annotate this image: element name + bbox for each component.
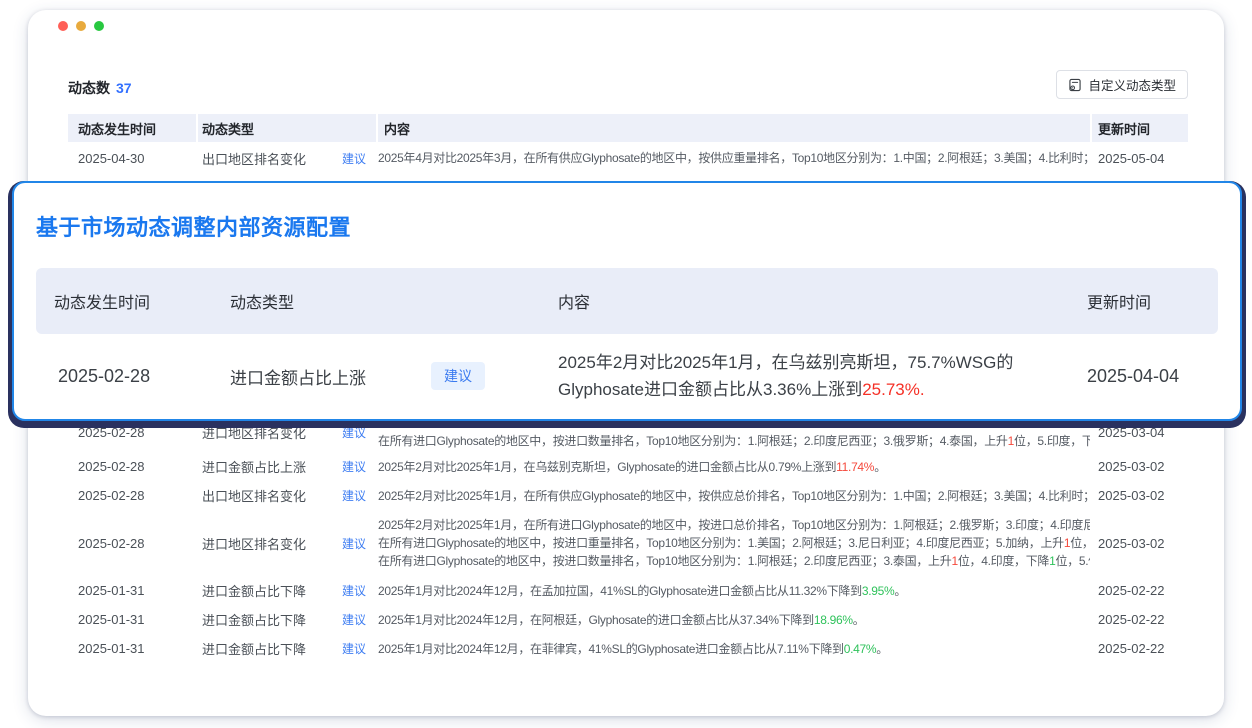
advise-link[interactable]: 建议: [342, 611, 366, 628]
row-type-label: 进口地区排名变化: [202, 534, 306, 553]
row-content: 2025年1月对比2024年12月，在阿根廷，Glyphosate的进口金额占比…: [378, 611, 1090, 629]
row-occur-time: 2025-01-31: [68, 612, 196, 627]
panel-row-type: 进口金额占比上涨 建议: [212, 362, 542, 390]
col-header-type: 动态类型: [198, 114, 376, 142]
row-type-label: 进口金额占比下降: [202, 610, 306, 629]
row-content-line: 2025年1月对比2024年12月，在菲律宾，41%SL的Glyphosate进…: [378, 640, 1090, 658]
minimize-window-button[interactable]: [76, 21, 86, 31]
row-occur-time: 2025-01-31: [68, 583, 196, 598]
panel-row-type-label: 进口金额占比上涨: [230, 364, 366, 389]
row-occur-time: 2025-02-28: [68, 536, 196, 551]
panel-row-content: 2025年2月对比2025年1月，在乌兹别亮斯坦，75.7%WSG的Glypho…: [542, 349, 1058, 403]
row-content-line: 2025年4月对比2025年3月，在所有供应Glyphosate的地区中，按供应…: [378, 149, 1090, 167]
table-row: 2025-04-30 出口地区排名变化 建议 2025年4月对比2025年3月，在所有…: [68, 142, 1188, 174]
row-type: 进口金额占比下降 建议: [198, 639, 376, 658]
close-window-button[interactable]: [58, 21, 68, 31]
col-header-update-time: 更新时间: [1092, 114, 1188, 142]
row-type-label: 进口金额占比下降: [202, 581, 306, 600]
dynamics-count-value: 37: [116, 80, 132, 96]
page-title: 动态数 37: [68, 78, 132, 98]
advise-link[interactable]: 建议: [342, 458, 366, 475]
row-occur-time: 2025-02-28: [68, 488, 196, 503]
panel-col-occur-time: 动态发生时间: [36, 289, 212, 313]
col-header-content: 内容: [378, 114, 1090, 142]
row-type: 出口地区排名变化 建议: [198, 486, 376, 505]
panel-row-content-highlight: 25.73%.: [862, 380, 924, 399]
page: 动态数 37 自定义动态类型 动态发生时间 动态类型 内容 更新时间 2025-0…: [0, 0, 1252, 728]
customize-button-label: 自定义动态类型: [1088, 75, 1176, 94]
panel-row-content-text: 2025年2月对比2025年1月，在乌兹别亮斯坦，75.7%WSG的Glypho…: [558, 353, 1013, 399]
row-type: 进口金额占比下降 建议: [198, 610, 376, 629]
table-row: 2025-02-28 进口地区排名变化 建议 2025年2月对比2025年1月，在所有…: [68, 510, 1188, 576]
row-type-label: 出口地区排名变化: [202, 149, 306, 168]
panel-title: 基于市场动态调整内部资源配置: [36, 210, 1218, 242]
panel-table-header: 动态发生时间 动态类型 内容 更新时间: [36, 268, 1218, 334]
panel-col-update-time: 更新时间: [1062, 289, 1218, 313]
row-type-label: 进口金额占比上涨: [202, 457, 306, 476]
customize-dynamic-type-button[interactable]: 自定义动态类型: [1056, 70, 1188, 99]
panel-row-update: 2025-04-04: [1062, 366, 1218, 387]
highlight-panel-shadow: 基于市场动态调整内部资源配置 动态发生时间 动态类型 内容 更新时间 2025-…: [8, 181, 1246, 428]
row-content: 2025年4月对比2025年3月，在所有供应Glyphosate的地区中，按供应…: [378, 149, 1090, 167]
panel-col-content: 内容: [542, 289, 1062, 313]
highlight-panel: 基于市场动态调整内部资源配置 动态发生时间 动态类型 内容 更新时间 2025-…: [12, 181, 1242, 421]
customize-icon: [1068, 78, 1082, 92]
table-row: 2025-01-31 进口金额占比下降 建议 2025年1月对比2024年12月，在阿…: [68, 605, 1188, 634]
row-update-time: 2025-03-02: [1092, 459, 1188, 474]
row-update-time: 2025-03-02: [1092, 536, 1188, 551]
advise-link[interactable]: 建议: [342, 487, 366, 504]
row-update-time: 2025-03-02: [1092, 488, 1188, 503]
advise-badge[interactable]: 建议: [431, 362, 485, 390]
row-update-time: 2025-02-22: [1092, 641, 1188, 656]
table-row: 2025-02-28 进口金额占比上涨 建议 2025年2月对比2025年1月，在乌兹…: [68, 452, 1188, 481]
table-row: 2025-02-28 出口地区排名变化 建议 2025年2月对比2025年1月，在所有…: [68, 481, 1188, 510]
dynamics-count-label: 动态数: [68, 80, 110, 96]
col-header-occur-time: 动态发生时间: [68, 114, 196, 142]
row-content: 2025年2月对比2025年1月，在所有进口Glyphosate的地区中，按进口…: [378, 516, 1090, 570]
row-content-line: 2025年2月对比2025年1月，在乌兹别克斯坦，Glyphosate的进口金额…: [378, 458, 1090, 476]
row-type: 进口金额占比下降 建议: [198, 581, 376, 600]
row-content: 2025年1月对比2024年12月，在菲律宾，41%SL的Glyphosate进…: [378, 640, 1090, 658]
row-update-time: 2025-02-22: [1092, 583, 1188, 598]
row-update-time: 2025-02-22: [1092, 612, 1188, 627]
row-content-line: 2025年2月对比2025年1月，在所有供应Glyphosate的地区中，按供应…: [378, 487, 1090, 505]
panel-table-row: 2025-02-28 进口金额占比上涨 建议 2025年2月对比2025年1月，…: [36, 340, 1218, 412]
row-occur-time: 2025-01-31: [68, 641, 196, 656]
row-type: 进口金额占比上涨 建议: [198, 457, 376, 476]
row-content-line: 2025年1月对比2024年12月，在阿根廷，Glyphosate的进口金额占比…: [378, 611, 1090, 629]
table-row: 2025-01-31 进口金额占比下降 建议 2025年1月对比2024年12月，在菲…: [68, 634, 1188, 663]
panel-row-date: 2025-02-28: [36, 366, 212, 387]
table-header: 动态发生时间 动态类型 内容 更新时间: [68, 114, 1188, 142]
row-occur-time: 2025-02-28: [68, 459, 196, 474]
row-occur-time: 2025-04-30: [68, 151, 196, 166]
row-content: 2025年2月对比2025年1月，在所有供应Glyphosate的地区中，按供应…: [378, 487, 1090, 505]
row-update-time: 2025-05-04: [1092, 151, 1188, 166]
zoom-window-button[interactable]: [94, 21, 104, 31]
advise-link[interactable]: 建议: [342, 582, 366, 599]
advise-link[interactable]: 建议: [342, 150, 366, 167]
row-content-line: 在所有进口Glyphosate的地区中，按进口数量排名，Top10地区分别为：1…: [378, 552, 1090, 570]
window-controls: [58, 21, 104, 31]
row-type-label: 出口地区排名变化: [202, 486, 306, 505]
row-type: 出口地区排名变化 建议: [198, 149, 376, 168]
table-row: 2025-01-31 进口金额占比下降 建议 2025年1月对比2024年12月，在孟…: [68, 576, 1188, 605]
panel-col-type: 动态类型: [212, 289, 542, 313]
row-content-line: 在所有进口Glyphosate的地区中，按进口数量排名，Top10地区分别为：1…: [378, 432, 1090, 450]
row-type: 进口地区排名变化 建议: [198, 534, 376, 553]
row-type-label: 进口金额占比下降: [202, 639, 306, 658]
row-content-line: 在所有进口Glyphosate的地区中，按进口重量排名，Top10地区分别为：1…: [378, 534, 1090, 552]
advise-link[interactable]: 建议: [342, 640, 366, 657]
row-content: 2025年2月对比2025年1月，在乌兹别克斯坦，Glyphosate的进口金额…: [378, 458, 1090, 476]
row-content-line: 2025年1月对比2024年12月，在孟加拉国，41%SL的Glyphosate…: [378, 582, 1090, 600]
row-content: 2025年1月对比2024年12月，在孟加拉国，41%SL的Glyphosate…: [378, 582, 1090, 600]
row-content-line: 2025年2月对比2025年1月，在所有进口Glyphosate的地区中，按进口…: [378, 516, 1090, 534]
advise-link[interactable]: 建议: [342, 535, 366, 552]
